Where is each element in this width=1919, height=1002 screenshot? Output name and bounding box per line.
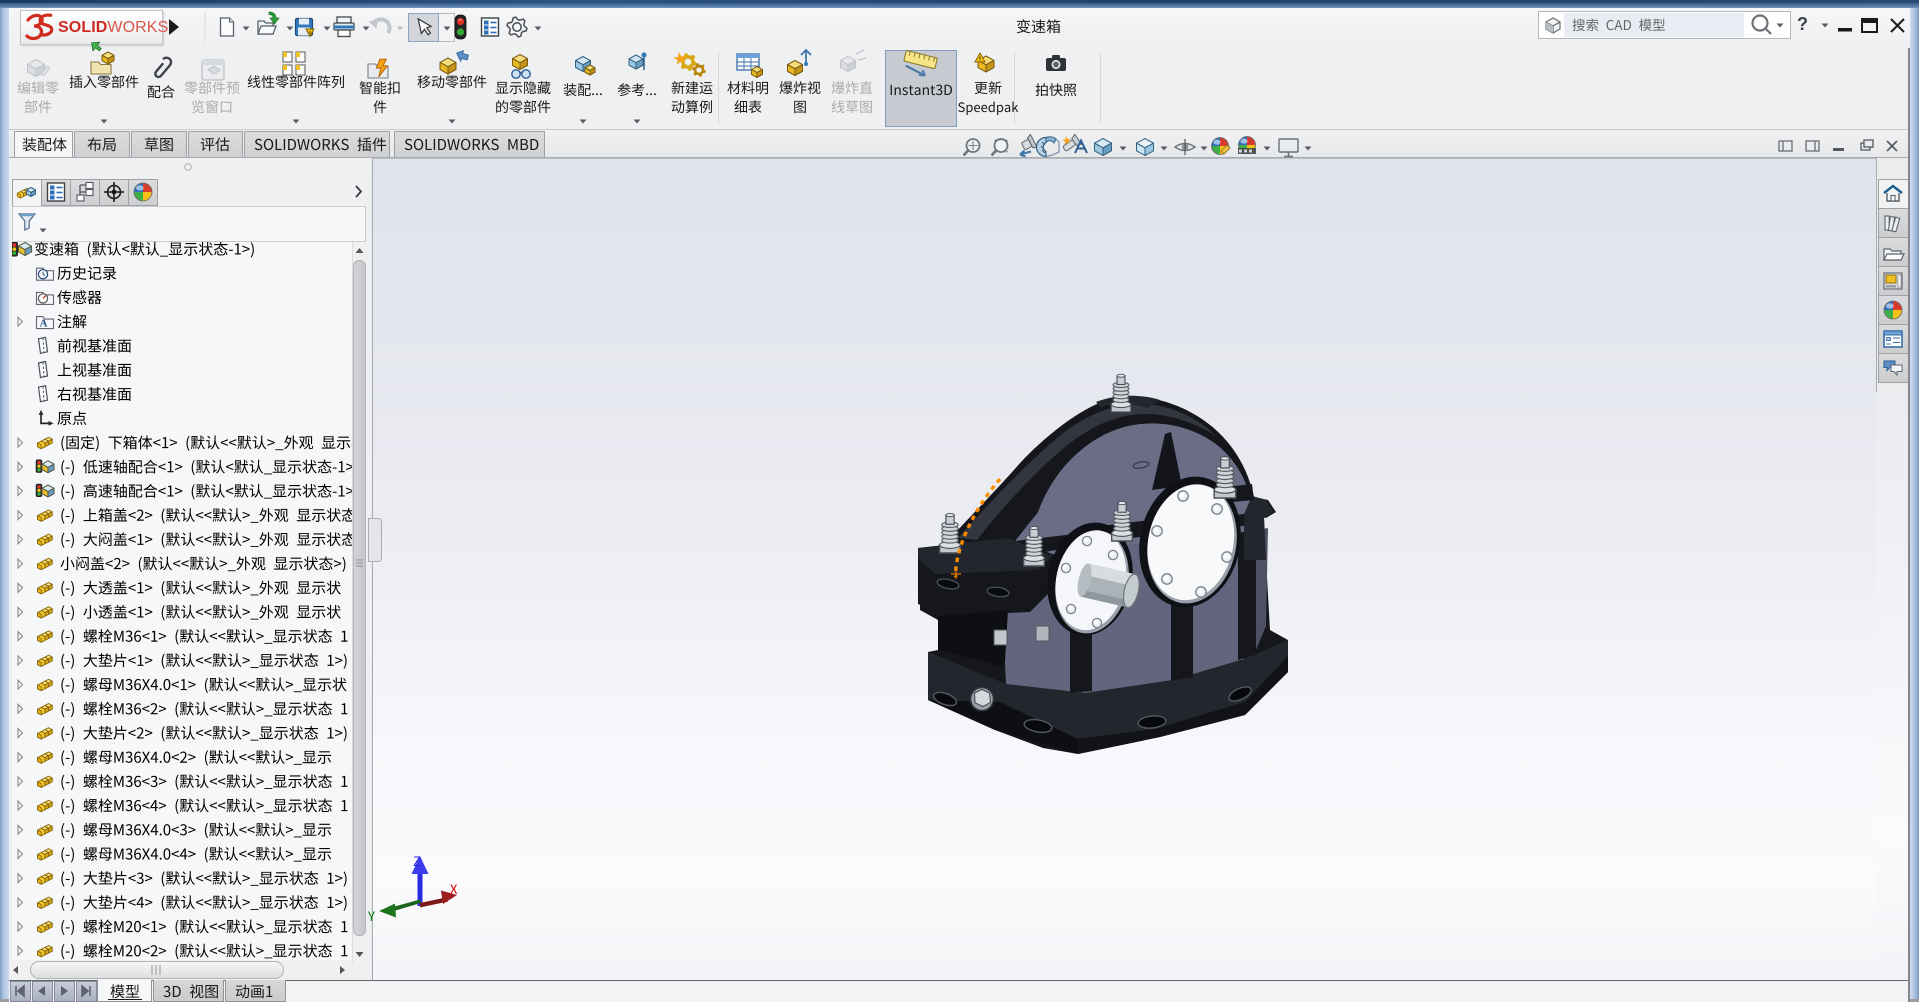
svg-text:A: A — [40, 318, 48, 330]
